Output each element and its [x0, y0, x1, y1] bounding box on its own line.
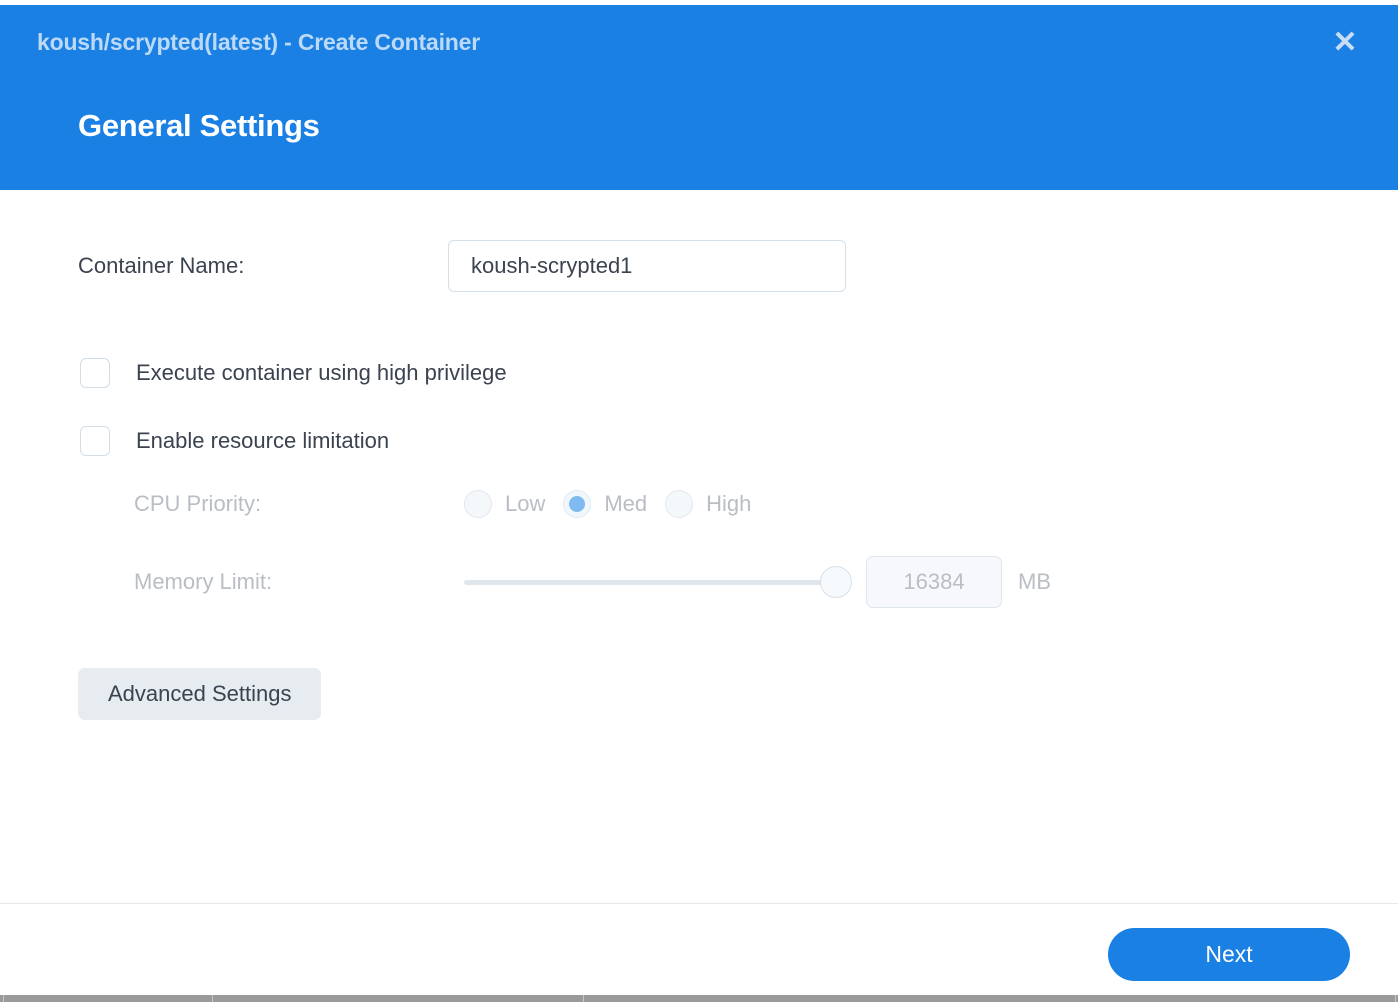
container-name-label: Container Name:: [78, 253, 245, 278]
dialog-footer: Next: [0, 904, 1398, 995]
container-name-input[interactable]: [448, 240, 846, 292]
memory-limit-input[interactable]: [866, 556, 1002, 608]
create-container-dialog: koush/scrypted(latest) - Create Containe…: [0, 0, 1398, 1002]
radio-high-icon[interactable]: [665, 490, 694, 518]
radio-med-label: Med: [604, 491, 648, 516]
memory-limit-label: Memory Limit:: [134, 569, 273, 594]
memory-limit-row: Memory Limit: MB: [134, 556, 1051, 608]
radio-high-label: High: [706, 491, 752, 516]
dialog-body: Container Name: Execute container using …: [0, 190, 1398, 904]
resource-limitation-label: Enable resource limitation: [136, 428, 390, 453]
radio-low-icon[interactable]: [464, 490, 492, 518]
next-button[interactable]: Next: [1108, 928, 1350, 981]
slider-thumb[interactable]: [820, 566, 852, 598]
high-privilege-row[interactable]: Execute container using high privilege: [80, 358, 507, 388]
window-title: koush/scrypted(latest) - Create Containe…: [37, 29, 480, 55]
page-title: General Settings: [78, 108, 320, 143]
cpu-priority-radio-group: Low Med High: [464, 490, 769, 518]
cpu-priority-option-high[interactable]: High: [665, 490, 751, 518]
radio-med-icon[interactable]: [563, 490, 592, 518]
container-name-row: Container Name:: [78, 240, 846, 292]
high-privilege-label: Execute container using high privilege: [136, 360, 507, 385]
close-icon[interactable]: ✕: [1330, 27, 1360, 59]
cpu-priority-row: CPU Priority: Low Med High: [134, 490, 769, 518]
radio-low-label: Low: [505, 491, 546, 516]
resource-limitation-row[interactable]: Enable resource limitation: [80, 426, 389, 456]
cpu-priority-option-med[interactable]: Med: [563, 490, 647, 518]
cpu-priority-label: CPU Priority:: [134, 491, 262, 516]
cpu-priority-option-low[interactable]: Low: [464, 490, 545, 518]
window-bottom-edge: [0, 995, 1398, 1002]
resource-limitation-checkbox[interactable]: [80, 426, 110, 456]
slider-track[interactable]: [464, 580, 839, 585]
memory-limit-unit: MB: [1018, 569, 1051, 594]
advanced-settings-button[interactable]: Advanced Settings: [78, 668, 322, 720]
memory-limit-slider[interactable]: [464, 565, 856, 599]
dialog-header: koush/scrypted(latest) - Create Containe…: [0, 5, 1398, 190]
high-privilege-checkbox[interactable]: [80, 358, 110, 388]
